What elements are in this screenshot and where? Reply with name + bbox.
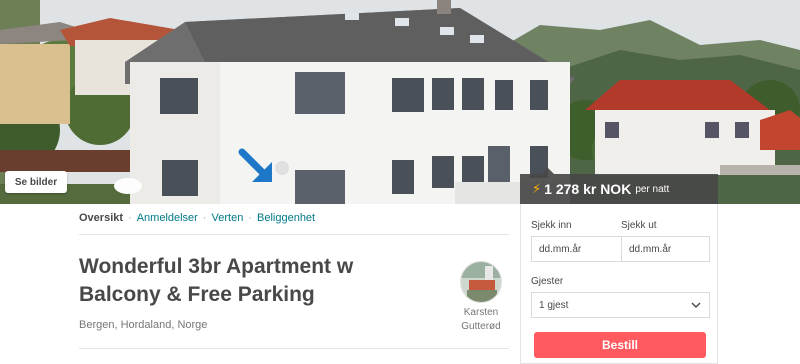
subnav-reviews[interactable]: Anmeldelser	[137, 212, 198, 224]
checkin-field[interactable]: dd.mm.år	[531, 236, 622, 262]
instant-book-bolt-icon: ⚡	[532, 181, 542, 196]
subnav-separator: ·	[202, 212, 207, 224]
subnav-separator: ·	[248, 212, 252, 224]
booking-panel: Sjekk inn Sjekk ut dd.mm.år dd.mm.år Gje…	[520, 204, 718, 364]
guests-select[interactable]: 1 gjest	[531, 292, 710, 318]
price-per-night: per natt	[635, 183, 670, 195]
host-avatar[interactable]	[460, 261, 502, 303]
subnav-divider	[79, 234, 509, 235]
listing-location: Bergen, Hordaland, Norge	[79, 319, 208, 331]
chevron-down-icon	[691, 302, 701, 308]
listing-title: Wonderful 3br Apartment w Balcony & Free…	[79, 253, 409, 309]
listing-subnav: Oversikt · Anmeldelser · Verten · Beligg…	[79, 212, 315, 224]
see-photos-button[interactable]: Se bilder	[5, 171, 67, 193]
price-caret	[542, 168, 554, 174]
listing-title-line1: Wonderful 3br Apartment w	[79, 255, 354, 278]
price-banner: ⚡ 1 278 kr NOK per natt	[520, 168, 718, 204]
checkout-label: Sjekk ut	[621, 220, 657, 231]
subnav-separator: ·	[128, 212, 132, 224]
checkin-label: Sjekk inn	[531, 220, 572, 231]
subnav-overview[interactable]: Oversikt	[79, 212, 123, 224]
subnav-host[interactable]: Verten	[212, 212, 244, 224]
price-amount: 1 278 kr NOK	[544, 181, 632, 197]
host-first-name: Karsten	[463, 307, 499, 318]
section-divider	[79, 348, 509, 349]
host-last-name: Gutterød	[461, 321, 501, 332]
checkin-placeholder: dd.mm.år	[539, 243, 582, 255]
checkout-field[interactable]: dd.mm.år	[621, 236, 710, 262]
subnav-location[interactable]: Beliggenhet	[257, 212, 315, 224]
book-button[interactable]: Bestill	[534, 332, 706, 358]
guests-value: 1 gjest	[539, 299, 569, 311]
host-avatar-image	[461, 262, 501, 302]
listing-title-line2: Balcony & Free Parking	[79, 283, 315, 306]
host-name[interactable]: Karsten Gutterød	[448, 306, 514, 334]
guests-label: Gjester	[531, 276, 564, 287]
checkout-placeholder: dd.mm.år	[629, 243, 672, 255]
